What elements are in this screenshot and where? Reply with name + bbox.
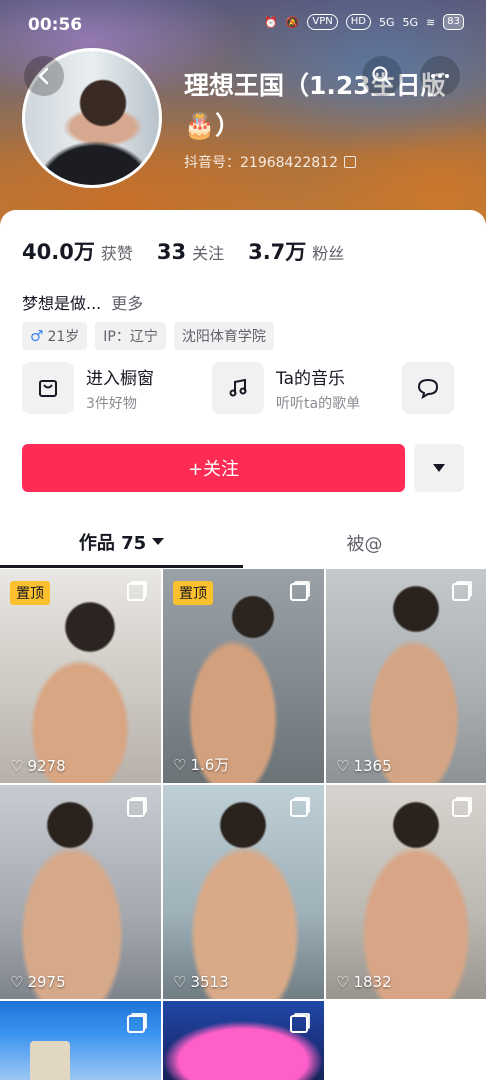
- back-button[interactable]: [24, 56, 64, 96]
- heart-icon: ♡: [10, 973, 24, 991]
- search-button[interactable]: [362, 56, 402, 96]
- follow-button[interactable]: +关注: [22, 444, 405, 492]
- heart-icon: ♡: [336, 973, 350, 991]
- pinned-badge: 置顶: [10, 581, 50, 605]
- like-count-text: 1365: [353, 757, 392, 775]
- mute-icon: 🔕: [285, 15, 300, 29]
- multi-image-icon: [290, 799, 308, 817]
- multi-image-icon: [452, 799, 470, 817]
- stat-label: 获赞: [100, 244, 133, 263]
- alarm-icon: ⏰: [263, 15, 278, 29]
- bio: 梦想是做... 更多: [22, 290, 143, 314]
- video-tile[interactable]: ♡ 1365: [326, 569, 486, 783]
- ip-tag: IP：辽宁: [95, 322, 166, 350]
- hd-badge: HD: [345, 14, 371, 30]
- more-options-button[interactable]: [420, 56, 460, 96]
- music-note-icon: [212, 362, 264, 414]
- more-icon: [431, 74, 449, 78]
- heart-icon: ♡: [173, 755, 187, 774]
- multi-image-icon: [290, 583, 308, 601]
- entry-music[interactable]: Ta的音乐 听听ta的歌单: [212, 362, 402, 414]
- stat-following[interactable]: 33 关注: [157, 240, 224, 264]
- heart-icon: ♡: [173, 973, 187, 991]
- stat-value: 3.7万: [248, 240, 307, 264]
- chevron-left-icon: [38, 67, 49, 85]
- multi-image-icon: [452, 583, 470, 601]
- tab-mentioned[interactable]: 被@: [243, 518, 486, 568]
- wifi-icon: ≋: [426, 15, 436, 29]
- feature-entries: 进入橱窗 3件好物 Ta的音乐 听听ta的歌单: [22, 362, 486, 414]
- like-count: ♡ 1365: [336, 757, 392, 775]
- like-count-text: 1.6万: [190, 756, 230, 774]
- content-tabs: 作品 75 被@: [0, 518, 486, 568]
- entry-title: 进入橱窗: [86, 368, 154, 389]
- status-time: 00:56: [28, 15, 83, 35]
- like-count: ♡ 3513: [173, 973, 229, 991]
- pinned-badge: 置顶: [173, 581, 213, 605]
- school-tag[interactable]: 沈阳体育学院: [173, 322, 274, 350]
- stat-value: 33: [156, 240, 187, 264]
- caret-down-icon: [152, 538, 165, 545]
- like-count-text: 2975: [27, 973, 66, 991]
- entry-chat[interactable]: [402, 362, 472, 414]
- status-bar: 00:56 ⏰ 🔕 VPN HD 5G 5G ≋ 83: [0, 0, 486, 50]
- douyin-id-text: 抖音号：21968422812: [184, 155, 338, 171]
- recommend-dropdown-button[interactable]: [414, 444, 464, 492]
- tab-works[interactable]: 作品 75: [0, 518, 243, 568]
- signal-5g-1: 5G: [378, 15, 395, 29]
- stat-likes[interactable]: 40.0万 获赞: [22, 236, 133, 266]
- like-count-text: 1832: [353, 973, 392, 991]
- video-tile[interactable]: ♡ 3513: [163, 785, 324, 999]
- shopping-bag-icon: [22, 362, 74, 414]
- tab-label: 被@: [346, 534, 383, 555]
- stat-label: 粉丝: [312, 244, 345, 263]
- caret-down-icon: [433, 464, 445, 472]
- douyin-id[interactable]: 抖音号：21968422812: [184, 152, 356, 172]
- entry-subtitle: 3件好物: [86, 395, 137, 412]
- male-icon: ♂: [30, 327, 44, 345]
- multi-image-icon: [290, 1015, 308, 1033]
- search-icon: [372, 66, 392, 86]
- age-tag: ♂ 21岁: [22, 322, 88, 350]
- like-count: ♡ 2975: [10, 973, 66, 991]
- like-count: ♡ 1.6万: [173, 754, 229, 775]
- copy-icon[interactable]: [343, 156, 356, 168]
- like-count-text: 3513: [190, 973, 229, 991]
- video-tile[interactable]: 置顶 ♡ 9278: [0, 569, 161, 783]
- stat-label: 关注: [192, 244, 225, 263]
- video-tile[interactable]: [0, 1001, 161, 1080]
- video-tile[interactable]: ♡ 2975: [0, 785, 161, 999]
- profile-tags: ♂ 21岁 IP：辽宁 沈阳体育学院: [22, 322, 274, 350]
- multi-image-icon: [127, 583, 145, 601]
- multi-image-icon: [127, 799, 145, 817]
- status-icons: ⏰ 🔕 VPN HD 5G 5G ≋ 83: [264, 14, 464, 30]
- bio-more-link[interactable]: 更多: [111, 290, 143, 314]
- like-count: ♡ 9278: [10, 757, 66, 775]
- multi-image-icon: [127, 1015, 145, 1033]
- age-text: 21岁: [47, 329, 80, 345]
- entry-title: Ta的音乐: [276, 368, 345, 389]
- heart-icon: ♡: [336, 757, 350, 775]
- stat-followers[interactable]: 3.7万 粉丝: [248, 236, 344, 266]
- entry-subtitle: 听听ta的歌单: [276, 395, 361, 412]
- signal-5g-2: 5G: [402, 15, 419, 29]
- like-count: ♡ 1832: [336, 973, 392, 991]
- heart-icon: ♡: [10, 757, 24, 775]
- entry-shop-window[interactable]: 进入橱窗 3件好物: [22, 362, 212, 414]
- video-tile[interactable]: ♡ 1832: [326, 785, 486, 999]
- video-tile[interactable]: [163, 1001, 324, 1080]
- tab-label: 作品 75: [78, 532, 147, 554]
- chat-bubble-icon: [402, 362, 454, 414]
- stat-value: 40.0万: [22, 240, 95, 264]
- vpn-badge: VPN: [307, 14, 338, 30]
- bio-text: 梦想是做...: [22, 294, 102, 313]
- video-tile[interactable]: 置顶 ♡ 1.6万: [163, 569, 324, 783]
- battery-indicator: 83: [443, 14, 464, 30]
- like-count-text: 9278: [27, 757, 66, 775]
- stats-row: 40.0万 获赞 33 关注 3.7万 粉丝: [22, 236, 368, 266]
